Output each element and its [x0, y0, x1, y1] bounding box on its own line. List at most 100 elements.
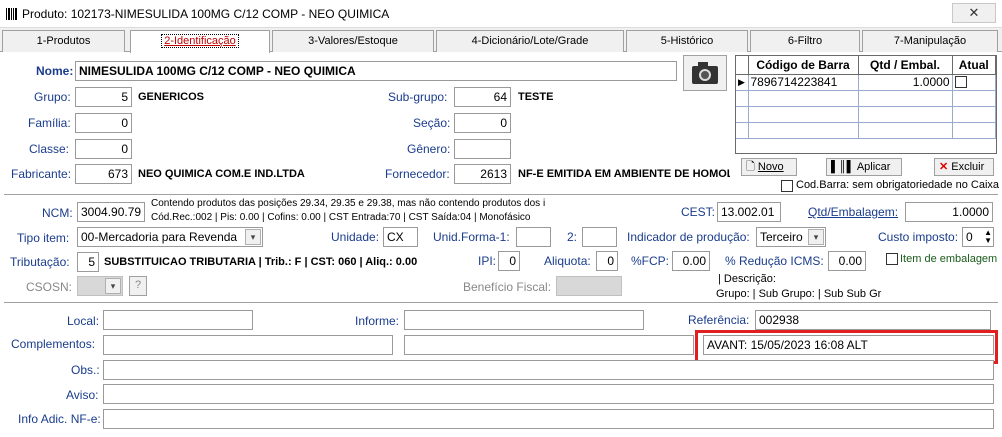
- tab-identificacao-label: 2-Identificação: [161, 34, 239, 48]
- referencia-label: Referência:: [688, 313, 750, 327]
- grupo-label: Grupo:: [34, 90, 71, 104]
- excluir-button[interactable]: ✕ Excluir: [934, 158, 994, 176]
- referencia-field[interactable]: 002938: [755, 310, 991, 330]
- novo-label: Novo: [757, 161, 784, 173]
- section-divider: [4, 194, 998, 195]
- atual-checkbox[interactable]: [954, 76, 967, 88]
- tab-historico[interactable]: 5-Histórico: [626, 30, 748, 52]
- custo-value: 0: [966, 230, 973, 244]
- subgrupo-label: Sub-grupo:: [388, 90, 448, 104]
- beneficio-label: Benefício Fiscal:: [463, 280, 552, 294]
- table-row: [736, 90, 996, 107]
- aplicar-label: Aplicar: [856, 161, 891, 173]
- classe-field[interactable]: 0: [75, 139, 132, 159]
- informe-field[interactable]: [404, 310, 644, 330]
- unid-forma-2-label: 2:: [567, 230, 578, 244]
- ncm-field[interactable]: 3004.90.79: [77, 202, 145, 222]
- complementos-field-2[interactable]: [404, 335, 694, 355]
- obs-field[interactable]: [103, 360, 994, 380]
- barcode-grid[interactable]: Código de Barra Qtd / Embal. Atual ▶ 789…: [735, 55, 997, 154]
- tab-manipulacao[interactable]: 7-Manipulação: [862, 30, 998, 52]
- aplicar-button[interactable]: ▌║▌ Aplicar: [826, 158, 902, 176]
- unid-forma-2-field[interactable]: [582, 227, 617, 247]
- tipo-item-label: Tipo item:: [17, 231, 70, 245]
- barcode-apply-icon: ▌║▌: [831, 161, 855, 173]
- cod-barra-label: Cod.Barra: sem obrigatoriedade no Caixa: [796, 179, 1000, 191]
- complementos-label: Complementos:: [11, 337, 96, 351]
- tributacao-label: Tributação:: [10, 255, 70, 269]
- ncm-label: NCM:: [42, 206, 73, 220]
- chevron-down-icon: ▾: [245, 229, 261, 245]
- qtd-emb-field[interactable]: 1.0000: [905, 202, 993, 222]
- local-field[interactable]: [103, 310, 253, 330]
- novo-button[interactable]: 🗋 Novo: [741, 158, 797, 176]
- fabricante-field[interactable]: 673: [75, 164, 132, 184]
- barcode-cell[interactable]: 7896714223841: [748, 74, 859, 91]
- csosn-label: CSOSN:: [26, 280, 73, 294]
- cod-barra-checkbox[interactable]: [781, 180, 793, 192]
- grupo-field[interactable]: 5: [75, 87, 132, 107]
- tab-dicionario[interactable]: 4-Dicionário/Lote/Grade: [436, 30, 624, 52]
- nome-label: Nome:: [36, 64, 74, 78]
- highlight-box: [695, 330, 998, 364]
- tributacao-field[interactable]: 5: [77, 252, 99, 272]
- fornecedor-field[interactable]: 2613: [454, 164, 511, 184]
- spinner-arrows-icon[interactable]: ▲ ▼: [984, 229, 992, 245]
- red-icms-field[interactable]: 0.00: [828, 251, 866, 271]
- subgrupo-desc: TESTE: [518, 91, 554, 103]
- qtd-emb-label: Qtd/Embalagem:: [808, 205, 899, 219]
- grupo-line: Grupo: | Sub Grupo: | Sub Sub Gr: [716, 288, 882, 300]
- subgrupo-field[interactable]: 64: [454, 87, 511, 107]
- fornecedor-label: Fornecedor:: [385, 167, 450, 181]
- unidade-field[interactable]: CX: [383, 227, 418, 247]
- tab-identificacao[interactable]: 2-Identificação: [130, 30, 270, 53]
- tab-valores-estoque[interactable]: 3-Valores/Estoque: [272, 30, 434, 52]
- tipo-item-select[interactable]: 00-Mercadoria para Revenda ▾: [77, 227, 263, 247]
- cest-field[interactable]: 13.002.01: [717, 202, 781, 222]
- aliquota-field[interactable]: 0: [596, 251, 618, 271]
- ipi-label: IPI:: [478, 254, 497, 268]
- familia-label: Família:: [28, 116, 71, 130]
- genero-label: Gênero:: [407, 142, 451, 156]
- obs-label: Obs.:: [71, 363, 100, 377]
- chevron-down-icon: ▾: [105, 278, 121, 294]
- ncm-tax-info: Cód.Rec.:002 | Pis: 0.00 | Cofins: 0.00 …: [151, 212, 531, 223]
- grid-header-qtd: Qtd / Embal.: [858, 56, 953, 75]
- new-doc-icon: 🗋: [746, 161, 755, 173]
- info-adic-field[interactable]: [103, 409, 994, 429]
- csosn-select[interactable]: ▾: [77, 276, 123, 296]
- genero-field[interactable]: [454, 139, 511, 159]
- familia-field[interactable]: 0: [75, 113, 132, 133]
- nome-field[interactable]: NIMESULIDA 100MG C/12 COMP - NEO QUIMICA: [75, 61, 677, 81]
- cest-label: CEST:: [681, 205, 716, 219]
- item-emb-checkbox[interactable]: [886, 253, 898, 265]
- ind-prod-value: Terceiro: [760, 230, 803, 244]
- grid-header-codigo: Código de Barra: [748, 56, 859, 75]
- unid-forma-label: Unid.Forma-1:: [433, 230, 510, 244]
- custo-spinner[interactable]: 0 ▲ ▼: [962, 227, 994, 247]
- tab-filtro[interactable]: 6-Filtro: [750, 30, 860, 52]
- close-button[interactable]: ✕: [952, 3, 996, 23]
- informe-label: Informe:: [355, 314, 400, 328]
- camera-button[interactable]: [683, 55, 727, 91]
- tab-produtos[interactable]: 1-Produtos: [2, 30, 125, 52]
- aviso-field[interactable]: [103, 384, 994, 404]
- row-pointer-icon: ▶: [736, 74, 749, 91]
- grupo-desc: GENERICOS: [138, 91, 205, 103]
- atual-cell[interactable]: [952, 74, 996, 91]
- item-emb-label: Item de embalagem: [900, 253, 998, 265]
- fabricante-label: Fabricante:: [11, 167, 72, 181]
- table-row[interactable]: ▶ 7896714223841 1.0000: [736, 74, 996, 91]
- ind-prod-select[interactable]: Terceiro ▾: [756, 227, 826, 247]
- camera-icon: [692, 62, 718, 84]
- secao-field[interactable]: 0: [454, 113, 511, 133]
- custo-label: Custo imposto:: [878, 230, 959, 244]
- ipi-field[interactable]: 0: [498, 251, 520, 271]
- csosn-help-button[interactable]: ?: [129, 276, 147, 296]
- fcp-field[interactable]: 0.00: [672, 251, 710, 271]
- qty-cell[interactable]: 1.0000: [858, 74, 953, 91]
- complementos-field-1[interactable]: [103, 335, 393, 355]
- beneficio-field[interactable]: [556, 276, 622, 296]
- unid-forma-field[interactable]: [516, 227, 551, 247]
- delete-icon: ✕: [939, 161, 949, 173]
